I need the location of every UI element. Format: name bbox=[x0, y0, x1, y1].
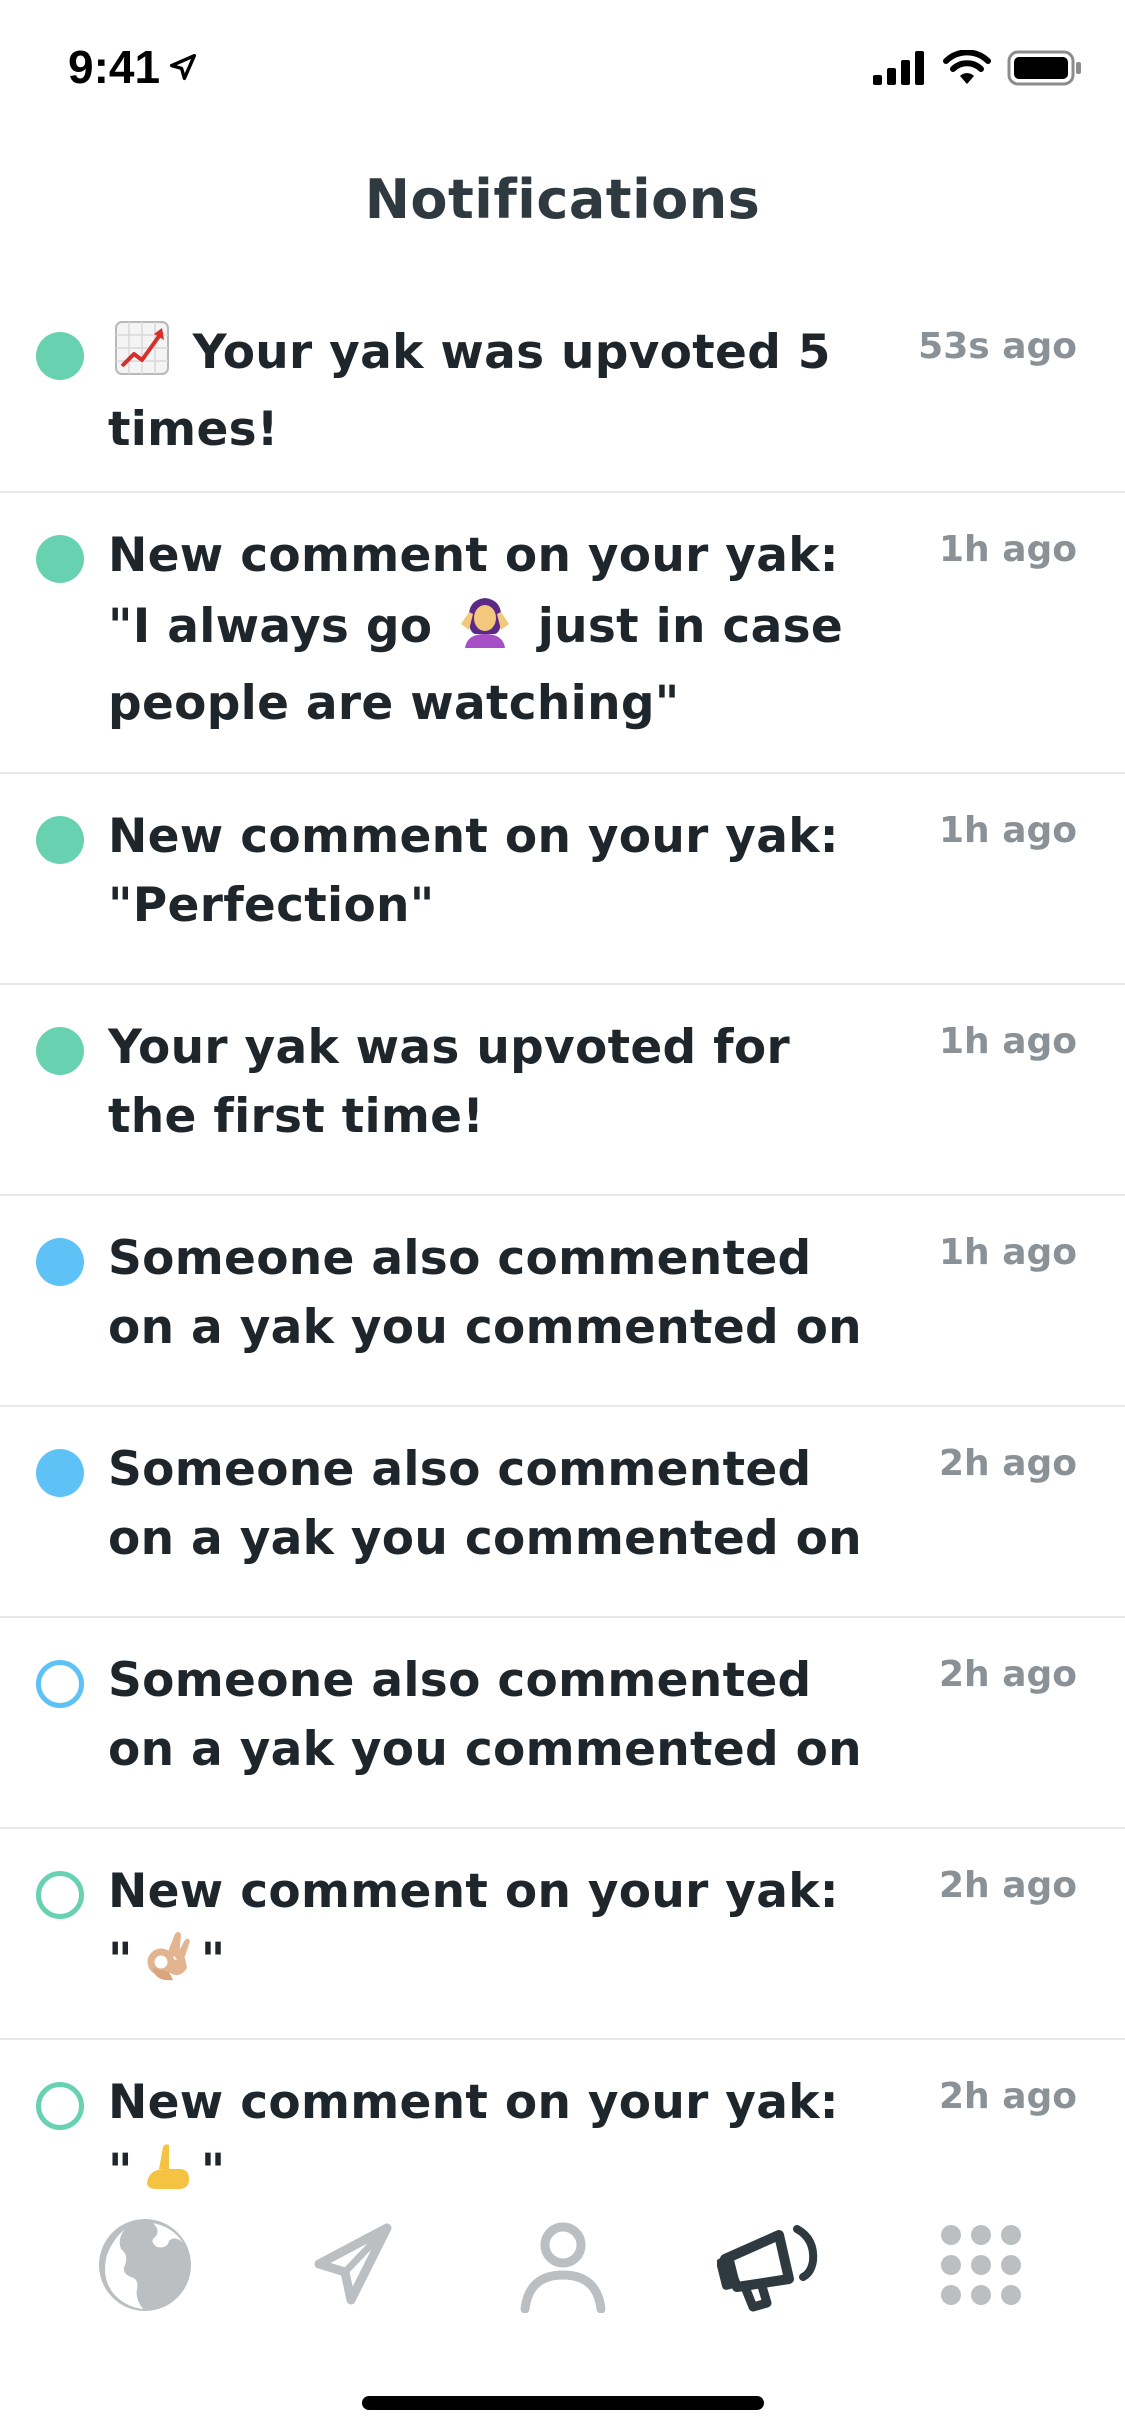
pinching-hand-icon bbox=[139, 2139, 195, 2190]
notification-row[interactable]: Your yak was upvoted for the first time!… bbox=[0, 985, 1125, 1196]
quote-open: " bbox=[108, 2144, 133, 2190]
cellular-signal-icon bbox=[873, 51, 924, 85]
person-icon bbox=[520, 2222, 605, 2313]
tab-bar bbox=[0, 2190, 1125, 2340]
notification-time: 53s ago bbox=[918, 326, 1077, 367]
read-dot bbox=[36, 2082, 84, 2130]
notification-time: 2h ago bbox=[938, 1654, 1077, 1695]
notification-message: Someone also commented on a yak you comm… bbox=[108, 1231, 862, 1355]
status-time-text: 9:41 bbox=[68, 41, 161, 93]
unread-dot bbox=[36, 816, 84, 864]
profile-tab[interactable] bbox=[503, 2205, 623, 2325]
ok-hand-icon bbox=[139, 1928, 195, 2003]
unread-dot bbox=[36, 1449, 84, 1497]
feed-tab[interactable] bbox=[85, 2205, 205, 2325]
notification-row[interactable]: Someone also commented on a yak you comm… bbox=[0, 1196, 1125, 1407]
notification-time: 1h ago bbox=[938, 1232, 1077, 1273]
notification-message: New comment on your yak: "I always go ju… bbox=[108, 521, 868, 738]
read-dot bbox=[36, 1871, 84, 1919]
notification-time: 1h ago bbox=[938, 810, 1077, 851]
notification-message: New comment on your yak: " " bbox=[108, 2068, 868, 2190]
chart-increasing-icon bbox=[114, 320, 170, 395]
notification-message: Someone also commented on a yak you comm… bbox=[108, 1653, 862, 1777]
unread-dot bbox=[36, 1238, 84, 1286]
notifications-tab[interactable] bbox=[712, 2205, 832, 2325]
battery-icon bbox=[1007, 50, 1081, 86]
notification-row[interactable]: Someone also commented on a yak you comm… bbox=[0, 1618, 1125, 1829]
quote-close: " bbox=[200, 1933, 226, 1988]
notification-row[interactable]: New comment on your yak: " " 2h ago bbox=[0, 1829, 1125, 2040]
notification-row[interactable]: New comment on your yak: "Perfection" 1h… bbox=[0, 774, 1125, 985]
notification-message: Someone also commented on a yak you comm… bbox=[108, 1442, 862, 1566]
notification-time: 2h ago bbox=[938, 1443, 1077, 1484]
home-indicator[interactable] bbox=[362, 2396, 764, 2410]
notification-time: 2h ago bbox=[938, 2076, 1077, 2117]
read-dot bbox=[36, 1660, 84, 1708]
notification-time: 1h ago bbox=[938, 1021, 1077, 1062]
person-shrugging-icon bbox=[455, 590, 515, 669]
status-time: 9:41 bbox=[68, 40, 200, 94]
notification-message: Your yak was upvoted 5 times! bbox=[108, 318, 868, 464]
notification-row[interactable]: Someone also commented on a yak you comm… bbox=[0, 1407, 1125, 1618]
unread-dot bbox=[36, 535, 84, 583]
notification-row[interactable]: New comment on your yak: "I always go ju… bbox=[0, 493, 1125, 774]
notification-list[interactable]: Your yak was upvoted 5 times! 53s ago Ne… bbox=[0, 290, 1125, 2190]
notification-message: New comment on your yak: "Perfection" bbox=[108, 809, 839, 933]
unread-dot bbox=[36, 332, 84, 380]
notification-row[interactable]: Your yak was upvoted 5 times! 53s ago bbox=[0, 290, 1125, 493]
page-title: Notifications bbox=[364, 168, 761, 231]
notification-row[interactable]: New comment on your yak: " " 2h ago bbox=[0, 2040, 1125, 2190]
notification-message: New comment on your yak: " " bbox=[108, 1857, 868, 2003]
notification-message: Your yak was upvoted for the first time! bbox=[108, 1020, 790, 1144]
wifi-icon bbox=[943, 50, 991, 84]
status-indicators bbox=[873, 50, 1083, 86]
notification-text: New comment on your yak: bbox=[108, 1864, 839, 1919]
globe-icon bbox=[98, 2219, 191, 2311]
megaphone-icon bbox=[716, 2225, 817, 2312]
grid-icon bbox=[940, 2225, 1021, 2305]
paper-plane-icon bbox=[314, 2223, 391, 2305]
notification-time: 2h ago bbox=[938, 1865, 1077, 1906]
notification-text: Your yak was upvoted 5 times! bbox=[108, 325, 831, 457]
notification-time: 1h ago bbox=[938, 529, 1077, 570]
more-tab[interactable] bbox=[921, 2205, 1041, 2325]
location-arrow-icon bbox=[170, 53, 197, 81]
quote-close: " bbox=[200, 2144, 226, 2190]
unread-dot bbox=[36, 1027, 84, 1075]
notification-text: New comment on your yak: bbox=[108, 2075, 839, 2130]
status-bar: 9:41 bbox=[0, 0, 1125, 140]
quote-open: " bbox=[108, 1933, 133, 1988]
post-tab[interactable] bbox=[294, 2205, 414, 2325]
